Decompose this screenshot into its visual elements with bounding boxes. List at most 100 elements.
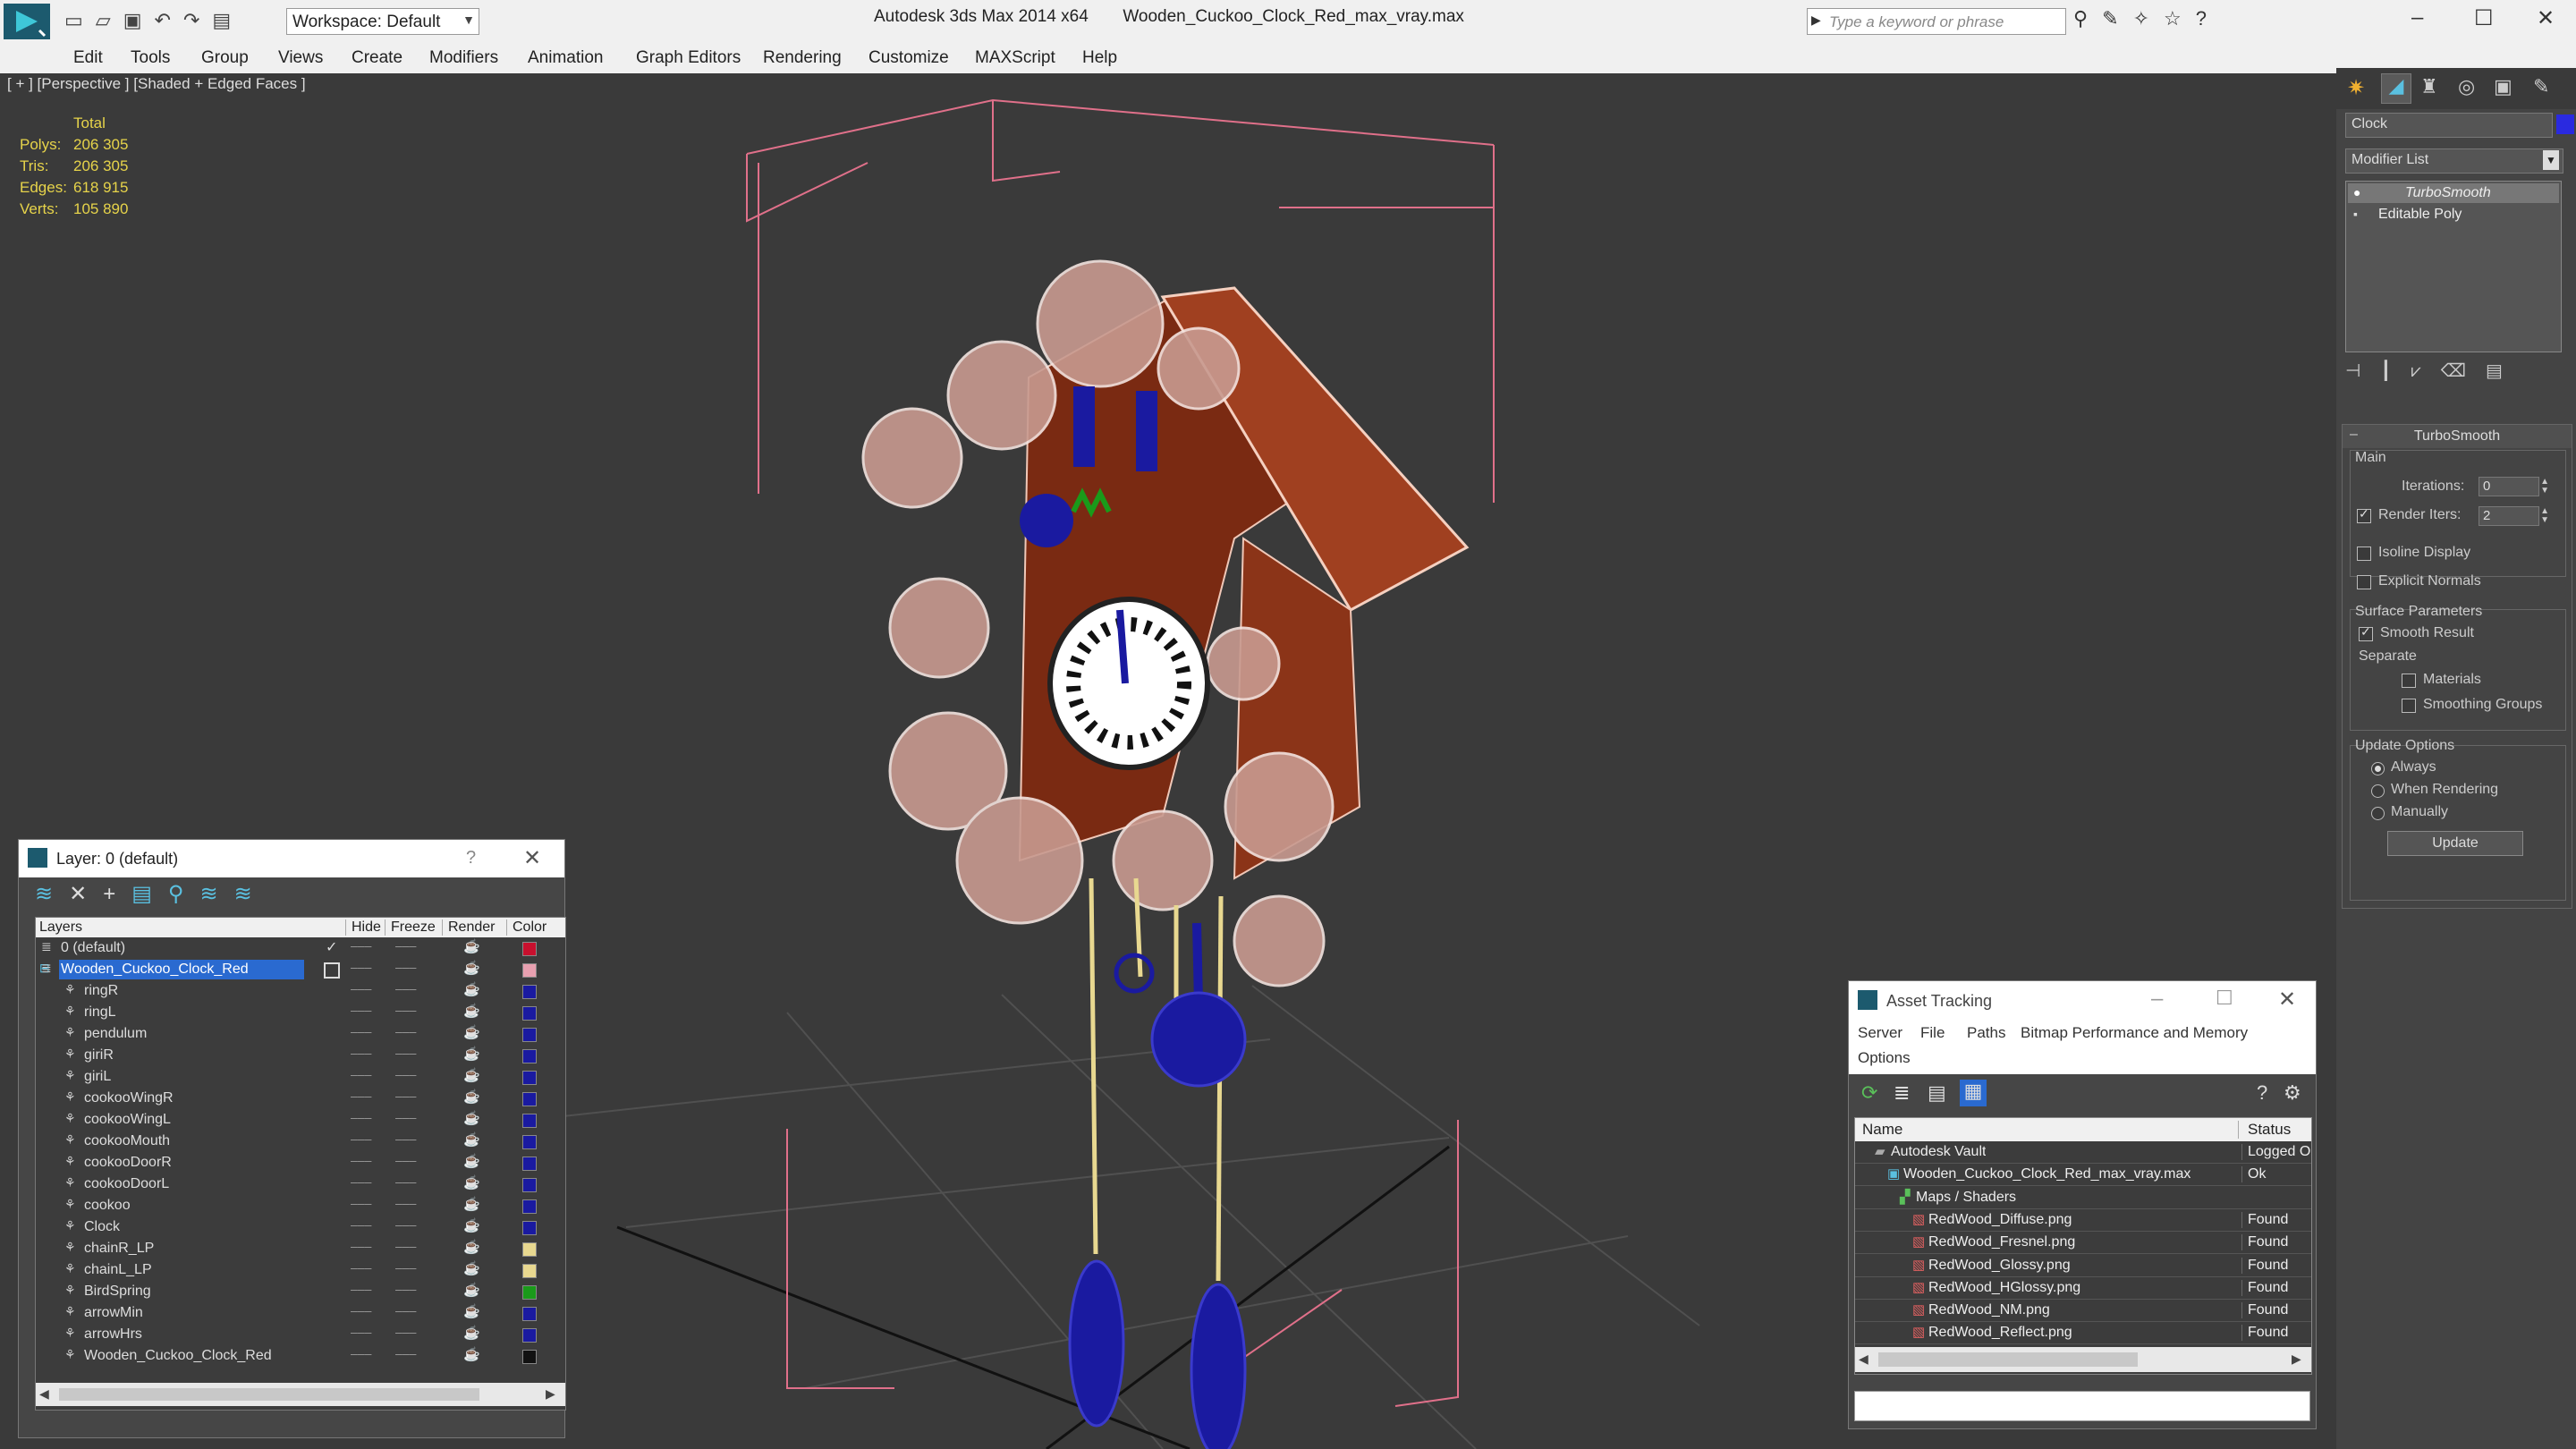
column-status[interactable]: Status xyxy=(2238,1121,2291,1139)
horizontal-scrollbar[interactable]: ◀ ▶ xyxy=(36,1383,565,1406)
layer-name[interactable]: Wooden_Cuckoo_Clock_Red xyxy=(82,1346,274,1366)
menu-customize[interactable]: Customize xyxy=(869,48,949,68)
display-tab-icon[interactable]: ▣ xyxy=(2494,75,2512,98)
menu-bitmap-performance[interactable]: Bitmap Performance and Memory xyxy=(2021,1024,2248,1042)
asset-row[interactable]: ▧ RedWood_NM.png Found xyxy=(1855,1300,2311,1323)
asset-row[interactable]: ▧ RedWood_HGlossy.png Found xyxy=(1855,1277,2311,1300)
menu-server[interactable]: Server xyxy=(1858,1024,1902,1042)
highlight-selected-icon[interactable]: ⚲ xyxy=(168,882,200,906)
utilities-tab-icon[interactable]: ✎ xyxy=(2533,75,2549,98)
asset-tracking-titlebar[interactable]: Asset Tracking – ☐ ✕ xyxy=(1849,981,2316,1021)
layer-name[interactable]: pendulum xyxy=(82,1024,148,1044)
app-logo-icon[interactable] xyxy=(4,4,50,39)
iterations-spinner[interactable]: 0 ▲ ▼ xyxy=(2479,477,2549,496)
render-teapot-icon[interactable]: ☕ xyxy=(463,1260,480,1276)
scroll-left-icon[interactable]: ◀ xyxy=(39,1386,49,1402)
layer-name[interactable]: cookooWingL xyxy=(82,1110,173,1130)
layer-color-swatch[interactable] xyxy=(522,985,537,999)
menu-views[interactable]: Views xyxy=(278,48,323,68)
render-teapot-icon[interactable]: ☕ xyxy=(463,1303,480,1319)
layer-name[interactable]: Clock xyxy=(82,1217,122,1237)
menu-paths[interactable]: Paths xyxy=(1967,1024,2005,1042)
binoculars-icon[interactable]: ⚲ xyxy=(2073,7,2102,30)
freeze-toggle[interactable]: ––– xyxy=(395,1325,416,1339)
asset-name[interactable]: RedWood_Reflect.png xyxy=(1928,1325,2072,1341)
freeze-toggle[interactable]: ––– xyxy=(395,938,416,953)
layer-name[interactable]: giriL xyxy=(82,1067,113,1087)
materials-checkbox[interactable] xyxy=(2402,674,2416,688)
layer-name[interactable]: giriR xyxy=(82,1046,115,1065)
help-icon[interactable]: ? xyxy=(466,848,476,869)
layer-color-swatch[interactable] xyxy=(522,1242,537,1257)
layer-list[interactable]: Layers Hide Freeze Render Color ≣ 0 (defa… xyxy=(35,917,566,1411)
asset-row[interactable]: ▰ Autodesk Vault Logged Out xyxy=(1855,1141,2311,1164)
hierarchy-tab-icon[interactable]: ♜ xyxy=(2420,75,2438,98)
hide-toggle[interactable]: ––– xyxy=(351,1067,371,1081)
render-teapot-icon[interactable]: ☕ xyxy=(463,1153,480,1169)
render-teapot-icon[interactable]: ☕ xyxy=(463,960,480,976)
set-current-box[interactable] xyxy=(324,962,340,979)
hide-toggle[interactable]: ––– xyxy=(351,1196,371,1210)
render-teapot-icon[interactable]: ☕ xyxy=(463,1003,480,1019)
hide-toggle[interactable]: ––– xyxy=(351,1089,371,1103)
layer-name[interactable]: cookooWingR xyxy=(82,1089,175,1108)
column-hide[interactable]: Hide xyxy=(345,919,381,936)
new-file-icon[interactable]: ▭ xyxy=(64,9,96,31)
layer-name[interactable]: cookoo xyxy=(82,1196,132,1216)
hide-toggle[interactable]: ––– xyxy=(351,1174,371,1189)
layer-color-swatch[interactable] xyxy=(522,1092,537,1106)
options-icon[interactable]: ⚙ xyxy=(2284,1081,2301,1105)
render-teapot-icon[interactable]: ☕ xyxy=(463,981,480,997)
current-layer-check-icon[interactable]: ✓ xyxy=(326,938,337,956)
rollout-header[interactable]: – TurboSmooth xyxy=(2343,425,2572,448)
asset-name[interactable]: RedWood_Diffuse.png xyxy=(1928,1212,2072,1228)
hide-toggle[interactable]: ––– xyxy=(351,1003,371,1017)
menu-help[interactable]: Help xyxy=(1082,48,1117,68)
freeze-toggle[interactable]: ––– xyxy=(395,1131,416,1146)
freeze-toggle[interactable]: ––– xyxy=(395,1110,416,1124)
quick-access-toolbar[interactable]: ▭▱▣↶↷▤ xyxy=(64,9,243,32)
render-teapot-icon[interactable]: ☕ xyxy=(463,1346,480,1362)
layer-color-swatch[interactable] xyxy=(522,1071,537,1085)
layer-row[interactable]: ⚘ giriR ––– ––– ☕ xyxy=(36,1045,565,1066)
stack-item-editable-poly[interactable]: ▪ Editable Poly xyxy=(2348,205,2559,225)
hide-toggle[interactable]: ––– xyxy=(351,1217,371,1232)
scroll-thumb[interactable] xyxy=(1878,1352,2138,1367)
maximize-icon[interactable]: ☐ xyxy=(2474,5,2494,31)
layer-row[interactable]: ⊟ ≣ Wooden_Cuckoo_Clock_Red ––– ––– ☕ xyxy=(36,959,565,980)
minimize-icon[interactable]: – xyxy=(2151,987,2163,1012)
layer-name[interactable]: cookooDoorL xyxy=(82,1174,171,1194)
layer-row[interactable]: ⚘ cookooDoorL ––– ––– ☕ xyxy=(36,1174,565,1195)
menu-animation[interactable]: Animation xyxy=(528,48,604,68)
asset-name[interactable]: RedWood_Glossy.png xyxy=(1928,1258,2071,1274)
scroll-right-icon[interactable]: ▶ xyxy=(546,1386,555,1402)
modifier-list-dropdown[interactable]: Modifier List xyxy=(2345,148,2563,174)
layer-row[interactable]: ⚘ chainL_LP ––– ––– ☕ xyxy=(36,1259,565,1281)
layer-name[interactable]: arrowMin xyxy=(82,1303,145,1323)
create-layer-icon[interactable]: ≋ xyxy=(35,882,69,906)
update-button[interactable]: Update xyxy=(2387,831,2523,856)
render-teapot-icon[interactable]: ☕ xyxy=(463,1282,480,1298)
layer-row[interactable]: ⚘ cookooWingR ––– ––– ☕ xyxy=(36,1088,565,1109)
layer-color-swatch[interactable] xyxy=(522,1285,537,1300)
column-name[interactable]: Name xyxy=(1862,1121,1902,1139)
expand-icon[interactable]: ▪ xyxy=(2353,207,2358,221)
modifier-stack[interactable]: ● TurboSmooth ▪ Editable Poly xyxy=(2345,181,2562,352)
column-color[interactable]: Color xyxy=(506,919,547,936)
column-layers[interactable]: Layers xyxy=(39,919,82,936)
freeze-toggle[interactable]: ––– xyxy=(395,1046,416,1060)
motion-tab-icon[interactable]: ◎ xyxy=(2458,75,2475,98)
make-unique-icon[interactable]: ⩗ xyxy=(2411,361,2440,381)
render-teapot-icon[interactable]: ☕ xyxy=(463,1110,480,1126)
asset-row[interactable]: ▧ RedWood_Fresnel.png Found xyxy=(1855,1232,2311,1255)
layer-name[interactable]: cookooMouth xyxy=(82,1131,172,1151)
smooth-result-checkbox[interactable]: ✓ xyxy=(2359,624,2373,641)
help-icon[interactable]: ? xyxy=(2257,1081,2267,1105)
column-render[interactable]: Render xyxy=(442,919,495,936)
layer-color-swatch[interactable] xyxy=(522,1199,537,1214)
show-end-result-icon[interactable]: ┃ xyxy=(2380,361,2411,381)
render-teapot-icon[interactable]: ☕ xyxy=(463,1089,480,1105)
layer-row[interactable]: ⚘ ringR ––– ––– ☕ xyxy=(36,980,565,1002)
stack-item-turbosmooth[interactable]: ● TurboSmooth xyxy=(2348,183,2559,203)
create-tab-icon[interactable]: ✷ xyxy=(2347,75,2365,101)
